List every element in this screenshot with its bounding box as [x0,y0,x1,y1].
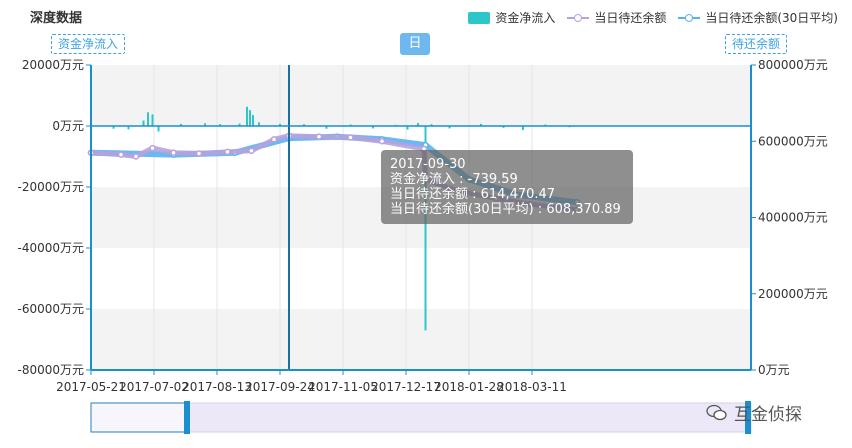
x-tick-label: 2017-08-13 [182,380,252,394]
series-point [224,148,231,156]
grid-band [91,309,751,370]
bar [246,106,248,126]
bar [249,110,251,126]
x-tick-label: 2017-07-02 [119,380,189,394]
grid-band [91,248,751,309]
left-tick-label: -20000万元 [17,180,84,194]
datazoom [90,401,752,434]
series-point [195,150,203,157]
tooltip-line-balance: 当日待还余额 : 614,470.47 [390,187,556,202]
x-tick-label: 2017-09-24 [245,380,315,394]
grid-band [91,65,751,126]
series-point [270,136,278,143]
right-tick-label: 400000万元 [758,211,828,225]
x-tick-label: 2017-12-17 [371,380,441,394]
x-tick-label: 2017-05-21 [56,380,126,394]
right-tick-label: 800000万元 [758,58,828,72]
left-tick-label: -40000万元 [17,241,84,255]
left-tick-label: 0万元 [52,119,84,133]
right-tick-label: 0万元 [758,363,790,377]
series-point [248,147,255,155]
x-tick-label: 2017-11-05 [308,380,378,394]
watermark: 互金侦探 [706,400,802,425]
right-tick-label: 600000万元 [758,134,828,148]
datazoom-handle-left[interactable] [184,401,190,434]
series-point [315,133,323,140]
series-point [347,134,354,141]
left-tick-label: -60000万元 [17,302,84,316]
bar [157,126,160,132]
series-point [149,144,156,152]
x-tick-label: 2018-03-11 [497,380,567,394]
chart-svg[interactable]: 20000万元 0万元 -20000万元 -40000万元 -60000万元 -80000… [0,0,852,448]
x-tick-label: 2018-01-28 [434,380,504,394]
bar [142,120,145,126]
series-point [117,151,125,158]
datazoom-window [90,402,187,433]
tooltip-date: 2017-09-30 [390,157,466,172]
bar [252,115,254,126]
left-tick-label: 20000万元 [22,58,84,72]
bar [147,112,149,126]
series-point [170,149,177,156]
right-tick-label: 200000万元 [758,287,828,301]
wechat-icon [706,404,727,420]
watermark-text: 互金侦探 [734,405,802,425]
bar [151,114,154,126]
series-point [132,153,140,160]
tooltip: 2017-09-30 资金净流入 : -739.59 当日待还余额 : 614,… [381,150,633,224]
left-tick-label: -80000万元 [17,363,84,377]
tooltip-line-inflow: 资金净流入 : -739.59 [390,172,518,187]
tooltip-line-balance-avg: 当日待还余额(30日平均) : 608,370.89 [390,202,621,217]
series-point [378,138,386,145]
